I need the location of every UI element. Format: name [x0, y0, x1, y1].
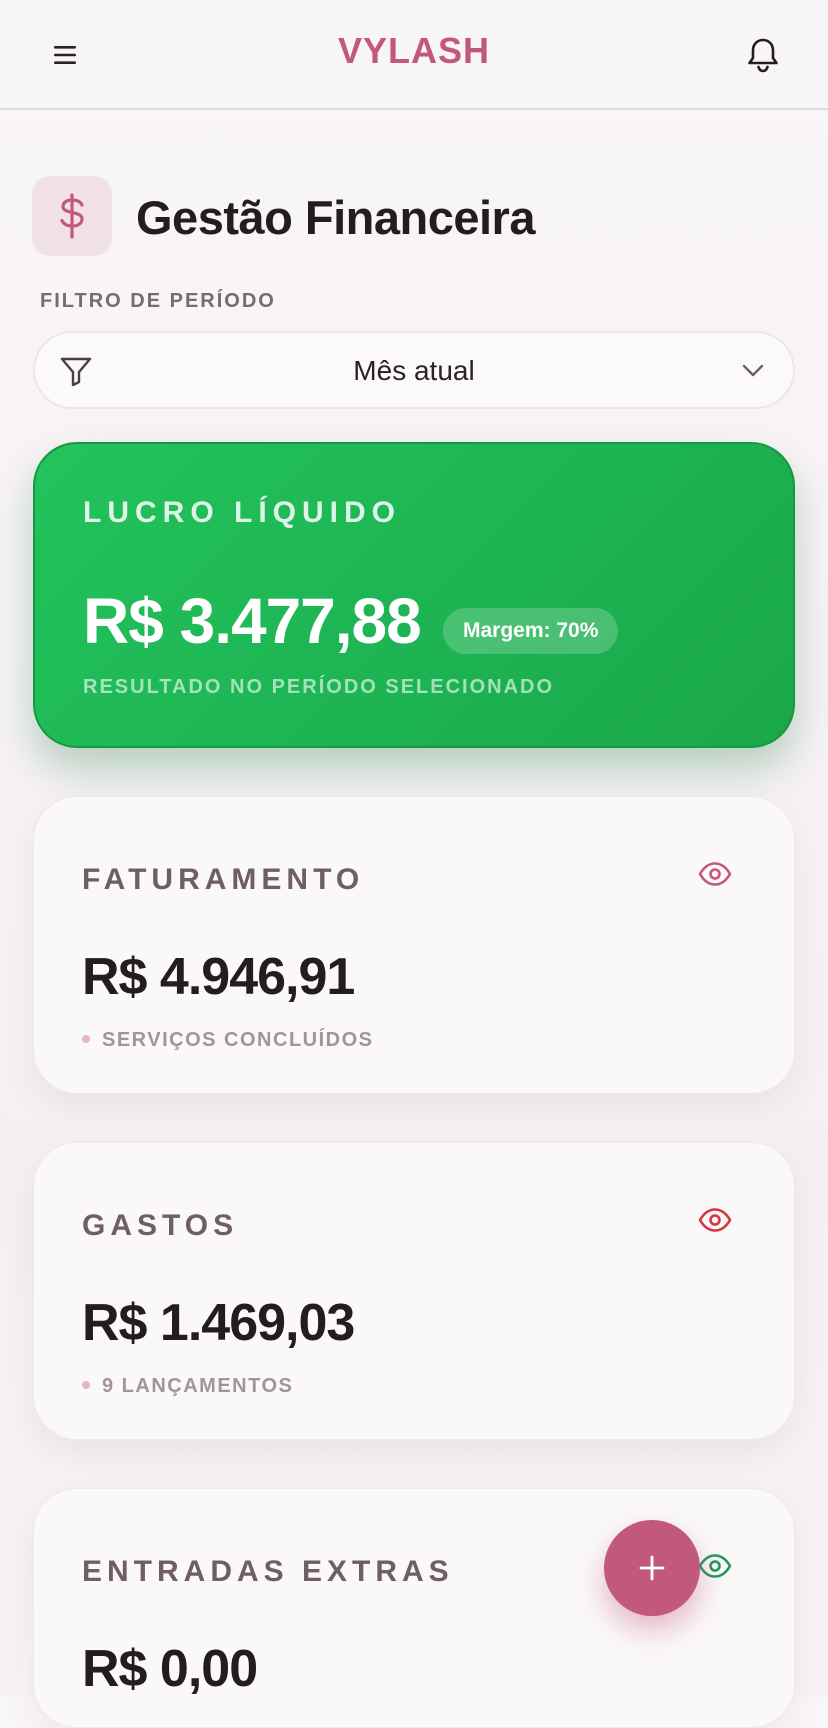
- net-profit-value: R$ 3.477,88: [83, 585, 422, 657]
- dollar-badge: [32, 176, 112, 256]
- margin-badge: Margem: 70%: [443, 608, 619, 654]
- net-profit-subtitle: RESULTADO NO PERÍODO SELECIONADO: [83, 676, 555, 698]
- revenue-visibility-toggle[interactable]: [698, 859, 732, 889]
- filter-label: FILTRO DE PERÍODO: [40, 290, 276, 312]
- top-app-bar: VYLASH: [0, 0, 828, 110]
- period-filter-select[interactable]: Mês atual: [33, 331, 795, 409]
- expenses-subtitle: 9 LANÇAMENTOS: [82, 1375, 293, 1398]
- expenses-subtitle-text: 9 LANÇAMENTOS: [102, 1375, 294, 1397]
- revenue-value: R$ 4.946,91: [82, 948, 355, 1006]
- revenue-subtitle: SERVIÇOS CONCLUÍDOS: [82, 1029, 374, 1052]
- extra-income-value: R$ 0,00: [82, 1640, 258, 1698]
- app-brand: VYLASH: [337, 30, 491, 71]
- net-profit-label: LUCRO LÍQUIDO: [83, 496, 401, 529]
- page-title: Gestão Financeira: [136, 191, 536, 244]
- revenue-card: FATURAMENTO R$ 4.946,91 SERVIÇOS CONCLUÍ…: [33, 796, 795, 1094]
- bullet-dot: [82, 1380, 90, 1389]
- revenue-label: FATURAMENTO: [82, 863, 365, 896]
- expenses-visibility-toggle[interactable]: [698, 1205, 732, 1235]
- expenses-value: R$ 1.469,03: [82, 1294, 355, 1352]
- filter-selected-value: Mês atual: [353, 355, 475, 386]
- bullet-dot: [82, 1034, 90, 1043]
- eye-icon: [698, 862, 732, 886]
- eye-icon: [698, 1554, 732, 1578]
- chevron-down-icon: [742, 364, 764, 377]
- plus-icon: [639, 1555, 665, 1581]
- add-entry-button[interactable]: [604, 1520, 700, 1616]
- dollar-icon: [60, 193, 84, 239]
- bell-icon: [748, 38, 778, 73]
- net-profit-card: LUCRO LÍQUIDO R$ 3.477,88 Margem: 70% RE…: [33, 442, 795, 748]
- extra-income-visibility-toggle[interactable]: [698, 1551, 732, 1581]
- revenue-subtitle-text: SERVIÇOS CONCLUÍDOS: [102, 1029, 374, 1051]
- extra-income-card: ENTRADAS EXTRAS R$ 0,00: [33, 1488, 795, 1728]
- page-header: Gestão Financeira: [32, 176, 792, 256]
- eye-icon: [698, 1208, 732, 1232]
- expenses-card: GASTOS R$ 1.469,03 9 LANÇAMENTOS: [33, 1142, 795, 1440]
- extra-income-label: ENTRADAS EXTRAS: [82, 1555, 454, 1588]
- notifications-button[interactable]: [746, 36, 782, 76]
- expenses-label: GASTOS: [82, 1209, 239, 1242]
